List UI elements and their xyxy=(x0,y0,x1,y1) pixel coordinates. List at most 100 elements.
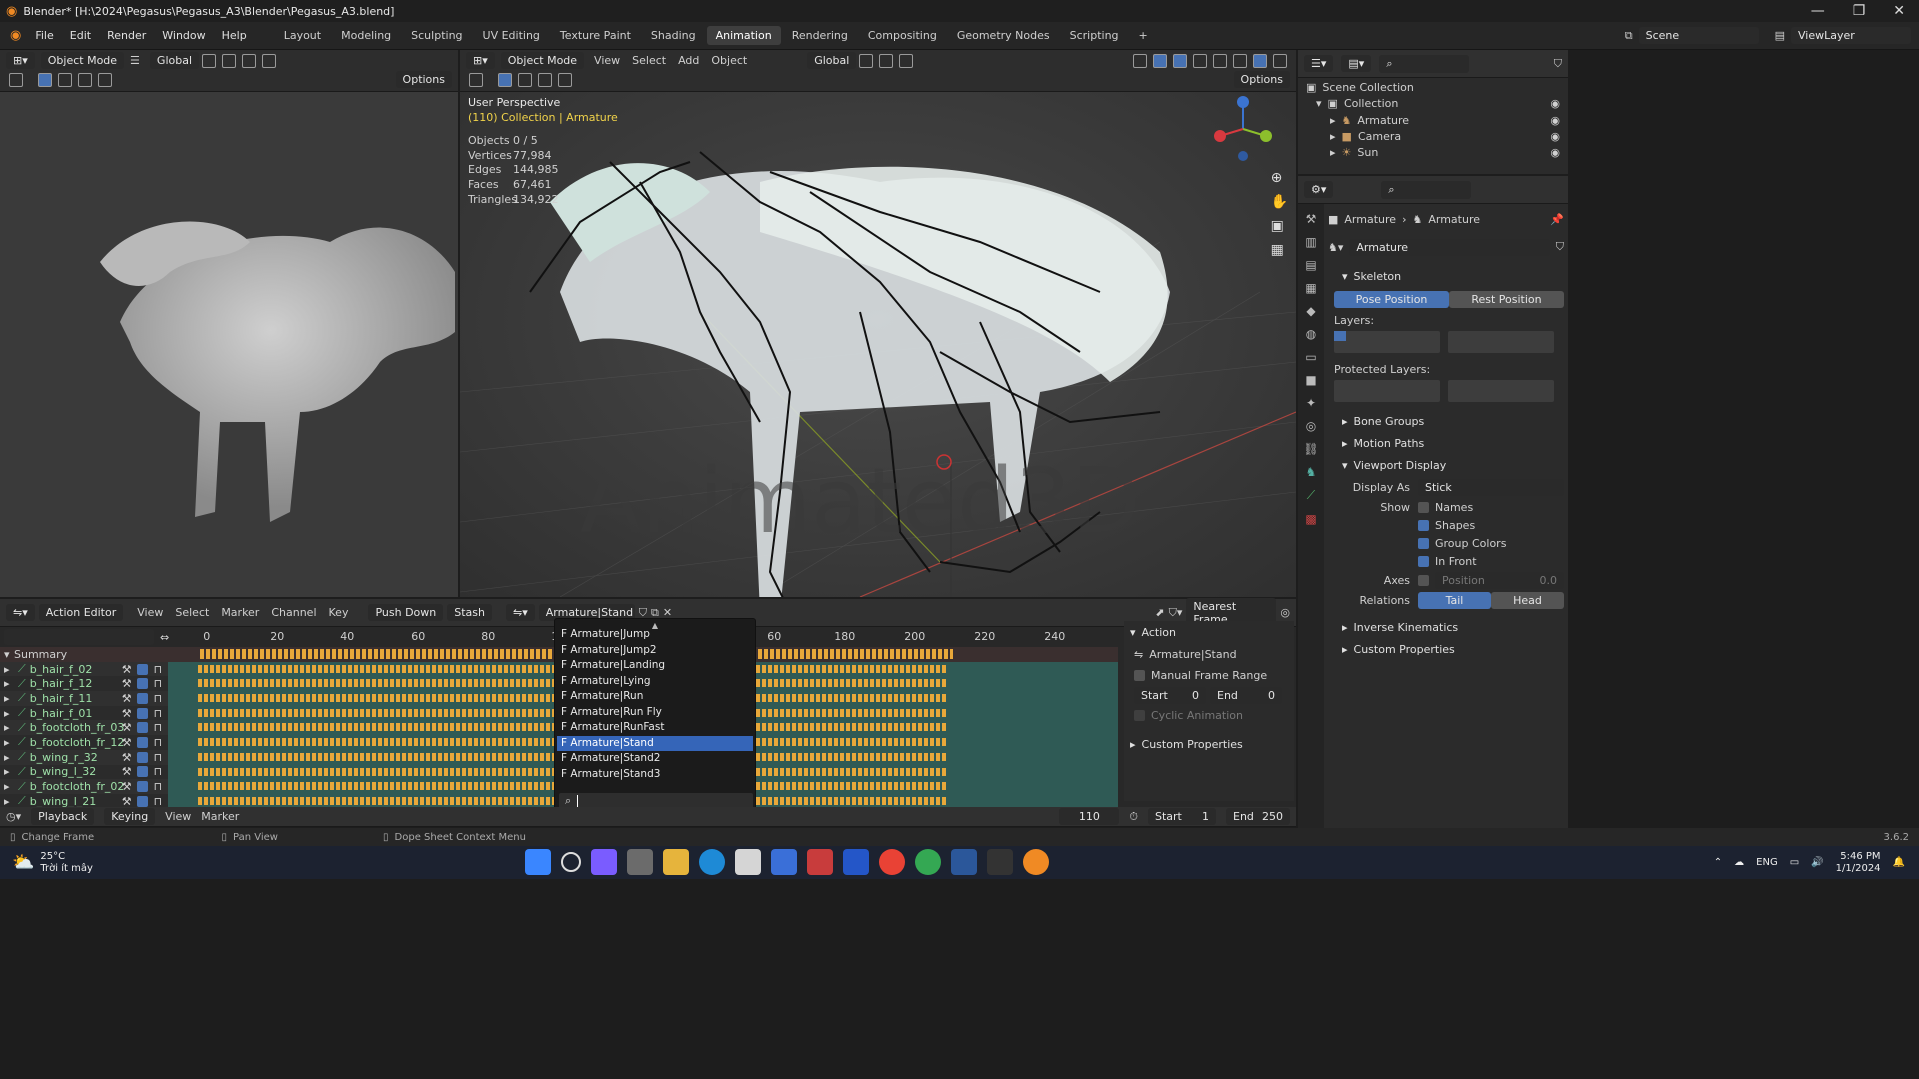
action-custom-properties[interactable]: ▸ Custom Properties xyxy=(1124,733,1294,755)
tab-uv-editing[interactable]: UV Editing xyxy=(474,26,549,45)
add-workspace-icon[interactable]: + xyxy=(1130,26,1157,45)
outliner-item-armature[interactable]: ▸ ♞ Armature ◉ xyxy=(1306,113,1560,129)
datablock-type-icon[interactable]: ♞▾ xyxy=(1328,241,1343,254)
playback-menu[interactable]: Playback xyxy=(31,808,95,825)
blender-taskbar-icon[interactable] xyxy=(1023,849,1049,875)
zoom-icon[interactable]: ⊕ xyxy=(1271,170,1288,186)
snipping-tool-icon[interactable] xyxy=(735,849,761,875)
object-tab-icon[interactable]: ■ xyxy=(1305,373,1316,387)
copilot-icon[interactable] xyxy=(591,849,617,875)
current-frame-field[interactable]: 110 xyxy=(1059,808,1120,825)
tab-scripting[interactable]: Scripting xyxy=(1061,26,1128,45)
chrome-profile-icon[interactable] xyxy=(915,849,941,875)
channel-mute-checkbox[interactable] xyxy=(136,692,148,704)
left-viewport[interactable]: ⊞▾ Object Mode ☰ Global Options xyxy=(0,50,458,597)
tab-sculpting[interactable]: Sculpting xyxy=(402,26,471,45)
expand-icon[interactable]: ▸ xyxy=(4,736,14,749)
channel-mute-checkbox[interactable] xyxy=(136,781,148,793)
search-taskbar-icon[interactable] xyxy=(561,852,581,872)
snap-icon[interactable] xyxy=(222,53,237,68)
physics-tab-icon[interactable]: ◎ xyxy=(1306,419,1316,433)
action-dropdown-item[interactable]: F Armature|Lying xyxy=(557,674,753,690)
outliner-item-sun[interactable]: ▸ ☀ Sun ◉ xyxy=(1306,145,1560,161)
cyclic-checkbox[interactable] xyxy=(1134,709,1145,721)
main-viewport[interactable]: ⊞▾ Object Mode View Select Add Object Gl… xyxy=(460,50,1296,597)
properties-type-icon[interactable]: ⚙▾ xyxy=(1304,181,1334,198)
action-panel-header[interactable]: ▾ Action xyxy=(1124,621,1294,643)
main-pivot-icon[interactable] xyxy=(859,53,874,68)
action-dropdown-item[interactable]: F Armature|Run xyxy=(557,689,753,705)
proportional-icon[interactable] xyxy=(242,53,257,68)
select-box-icon[interactable] xyxy=(38,72,52,87)
section-viewport-display[interactable]: ▾ Viewport Display xyxy=(1328,454,1564,476)
outliner-item-camera[interactable]: ▸ ■ Camera ◉ xyxy=(1306,129,1560,145)
expand-icon[interactable]: ▸ xyxy=(4,721,14,734)
solid-shading-icon[interactable] xyxy=(1233,53,1247,68)
dope-menu-view[interactable]: View xyxy=(137,606,163,619)
main-select-tool-icon[interactable] xyxy=(469,72,483,87)
tab-rendering[interactable]: Rendering xyxy=(783,26,857,45)
texture-tab-icon[interactable]: ▩ xyxy=(1305,512,1316,526)
wireframe-shading-icon[interactable] xyxy=(1213,53,1227,68)
wrench-icon[interactable]: ⚒ xyxy=(122,751,132,764)
channel-mute-checkbox[interactable] xyxy=(136,736,148,748)
world-tab-icon[interactable]: ◍ xyxy=(1306,327,1316,341)
main-menu-select[interactable]: Select xyxy=(632,54,666,67)
timeline-start-field[interactable]: Start 1 xyxy=(1148,808,1216,825)
action-dropdown-item[interactable]: F Armature|Stand2 xyxy=(557,751,753,767)
viewlayer-icon[interactable]: ▤ xyxy=(1775,29,1785,42)
xray-icon[interactable] xyxy=(1193,53,1207,68)
axes-checkbox[interactable] xyxy=(1418,574,1429,586)
layers-grid[interactable] xyxy=(1328,331,1564,353)
dope-menu-channel[interactable]: Channel xyxy=(271,606,316,619)
properties-search-icon[interactable]: ⌕ xyxy=(1381,180,1472,199)
tray-chevron-icon[interactable]: ⌃ xyxy=(1714,857,1722,868)
expand-icon[interactable]: ▸ xyxy=(4,677,14,690)
wrench-icon[interactable]: ⚒ xyxy=(122,721,132,734)
onedrive-icon[interactable]: ☁ xyxy=(1734,857,1744,868)
action-dropdown-item[interactable]: F Armature|Run Fly xyxy=(557,705,753,721)
outliner-search-icon[interactable]: ⌕ xyxy=(1379,54,1470,73)
stopwatch-icon[interactable]: ⏱ xyxy=(1129,810,1138,824)
expand-icon[interactable]: ▸ xyxy=(4,780,14,793)
terminal-icon[interactable] xyxy=(987,849,1013,875)
datablock-name-field[interactable]: Armature xyxy=(1349,238,1550,256)
section-custom-properties[interactable]: ▸ Custom Properties xyxy=(1328,638,1564,660)
chrome-icon[interactable] xyxy=(879,849,905,875)
lock-icon[interactable]: ⊓ xyxy=(154,692,163,705)
lock-icon[interactable]: ⊓ xyxy=(154,795,163,808)
visibility-icon[interactable] xyxy=(1133,53,1147,68)
expand-icon[interactable]: ▾ xyxy=(1316,96,1322,112)
select-subtract-icon[interactable] xyxy=(78,72,92,87)
protected-layers-grid[interactable] xyxy=(1328,380,1564,402)
task-view-icon[interactable] xyxy=(627,849,653,875)
main-snap-icon[interactable] xyxy=(879,53,894,68)
left-options-button[interactable]: Options xyxy=(395,71,452,88)
armature-data-tab-icon[interactable]: ♞ xyxy=(1306,465,1317,479)
lock-icon[interactable]: ⊓ xyxy=(154,663,163,676)
main-mode-dropdown[interactable]: Object Mode xyxy=(500,52,585,69)
left-orientation-dropdown[interactable]: Global xyxy=(149,52,200,69)
collection-row[interactable]: ▾ ▣ Collection ◉ xyxy=(1306,96,1560,112)
expand-icon[interactable]: ▸ xyxy=(4,751,14,764)
fake-user-icon[interactable]: ⛉ xyxy=(1556,240,1564,254)
push-down-button[interactable]: Push Down xyxy=(368,604,444,621)
lock-icon[interactable]: ⊓ xyxy=(154,780,163,793)
display-as-dropdown[interactable]: Stick xyxy=(1418,478,1564,496)
expand-icon[interactable]: ▸ xyxy=(4,663,14,676)
channel-mute-checkbox[interactable] xyxy=(136,722,148,734)
lock-icon[interactable]: ⊓ xyxy=(154,736,163,749)
proportional-editing-icon[interactable]: ◎ xyxy=(1280,606,1290,619)
dope-menu-marker[interactable]: Marker xyxy=(221,606,259,619)
lock-icon[interactable]: ⊓ xyxy=(154,707,163,720)
dope-menu-key[interactable]: Key xyxy=(329,606,349,619)
app-icon[interactable] xyxy=(807,849,833,875)
camera-view-icon[interactable]: ▣ xyxy=(1271,218,1288,234)
volume-icon[interactable]: 🔊 xyxy=(1811,857,1823,868)
scene-icon[interactable]: ⧉ xyxy=(1625,29,1633,43)
viewport-canvas[interactable]: Animated3D User Perspective (110) Collec… xyxy=(460,92,1296,597)
timeline-marker-menu[interactable]: Marker xyxy=(201,810,239,823)
section-skeleton[interactable]: ▾ Skeleton xyxy=(1328,265,1564,287)
pivot-icon[interactable] xyxy=(202,53,217,68)
select-tool-icon[interactable] xyxy=(9,72,23,87)
